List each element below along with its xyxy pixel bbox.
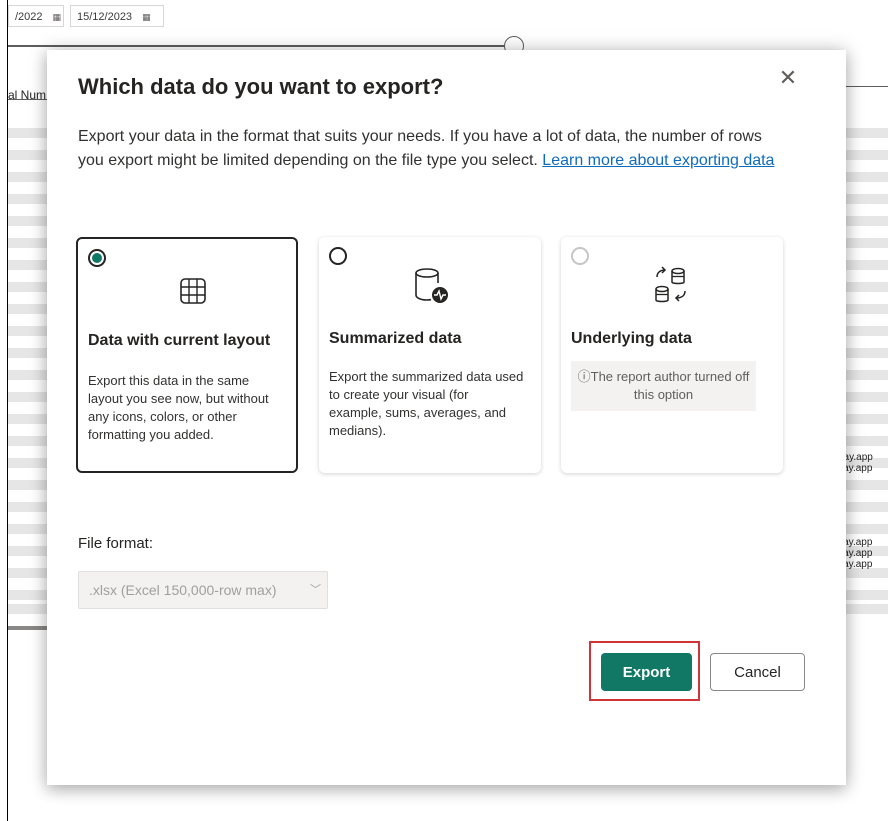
option-card-current-layout[interactable]: Data with current layout Export this dat… (76, 237, 298, 473)
file-format-label: File format: (78, 535, 154, 552)
option-card-underlying: Underlying data ⓘThe report author turne… (561, 237, 783, 473)
header-divider (8, 99, 48, 100)
file-format-value: .xlsx (Excel 150,000-row max) (89, 582, 277, 598)
option-description: Export this data in the same layout you … (88, 373, 269, 442)
date-start-field[interactable]: /2022 ▦ (8, 5, 64, 27)
chevron-down-icon: ﹀ (310, 584, 321, 596)
radio-summarized[interactable] (329, 247, 347, 265)
calendar-icon[interactable]: ▦ (53, 12, 62, 22)
option-title: Data with current layout (88, 332, 271, 349)
header-divider (846, 86, 888, 87)
option-title: Underlying data (571, 330, 692, 347)
close-icon[interactable]: ✕ (776, 66, 800, 90)
dialog-title: Which data do you want to export? (78, 74, 444, 99)
disabled-info-note: ⓘThe report author turned off this optio… (571, 361, 756, 411)
option-card-summarized[interactable]: Summarized data Export the summarized da… (319, 237, 541, 473)
dialog-description: Export your data in the format that suit… (78, 125, 778, 173)
database-pulse-icon (415, 268, 448, 303)
horizontal-scrollbar[interactable] (8, 626, 48, 630)
calendar-icon[interactable]: ▦ (142, 12, 151, 22)
date-end-field[interactable]: 15/12/2023 ▦ (70, 5, 164, 27)
radio-current-layout[interactable] (88, 249, 106, 267)
file-format-dropdown: .xlsx (Excel 150,000-row max) ﹀ (78, 571, 328, 609)
learn-more-link[interactable]: Learn more about exporting data (542, 152, 774, 169)
export-button[interactable]: Export (601, 653, 692, 691)
date-slider-track[interactable] (8, 45, 518, 47)
date-start-value: /2022 (15, 11, 43, 23)
database-swap-icon (655, 266, 686, 303)
option-description: Export the summarized data used to creat… (329, 369, 524, 438)
table-grid-icon (180, 278, 206, 304)
radio-underlying (571, 247, 589, 265)
date-end-value: 15/12/2023 (77, 11, 133, 23)
option-title: Summarized data (329, 330, 462, 347)
cancel-button[interactable]: Cancel (710, 653, 805, 691)
